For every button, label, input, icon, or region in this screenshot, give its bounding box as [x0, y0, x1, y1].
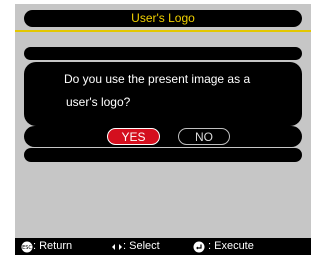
execute-label: : Execute: [208, 240, 254, 252]
confirmation-dialog: Do you use the present image as a user's…: [24, 47, 302, 163]
select-hint: : Select: [111, 238, 160, 255]
dialog-question-line-1: Do you use the present image as a: [64, 72, 251, 86]
dialog-row: [24, 47, 302, 60]
left-right-arrows-icon: [112, 243, 122, 250]
projector-menu-screen: User's Logo Do you use the present image…: [15, 4, 311, 255]
dialog-question-line-2: user's logo?: [66, 95, 131, 109]
select-label: : Select: [123, 240, 160, 252]
esc-icon-label: ESC: [22, 245, 32, 251]
enter-button-icon: [193, 241, 205, 252]
yes-button[interactable]: YES: [107, 128, 160, 145]
title-divider: [15, 30, 311, 32]
key-guide-bar: ESC : Return : Select : Execute: [15, 238, 311, 255]
dialog-button-row: [24, 126, 302, 147]
dialog-row: [24, 148, 302, 162]
no-button[interactable]: NO: [178, 128, 230, 145]
menu-title: User's Logo: [24, 10, 302, 27]
execute-hint: : Execute: [193, 238, 254, 255]
return-hint: ESC : Return: [21, 238, 72, 255]
esc-button-icon: ESC: [21, 241, 33, 252]
return-label: : Return: [33, 240, 73, 252]
